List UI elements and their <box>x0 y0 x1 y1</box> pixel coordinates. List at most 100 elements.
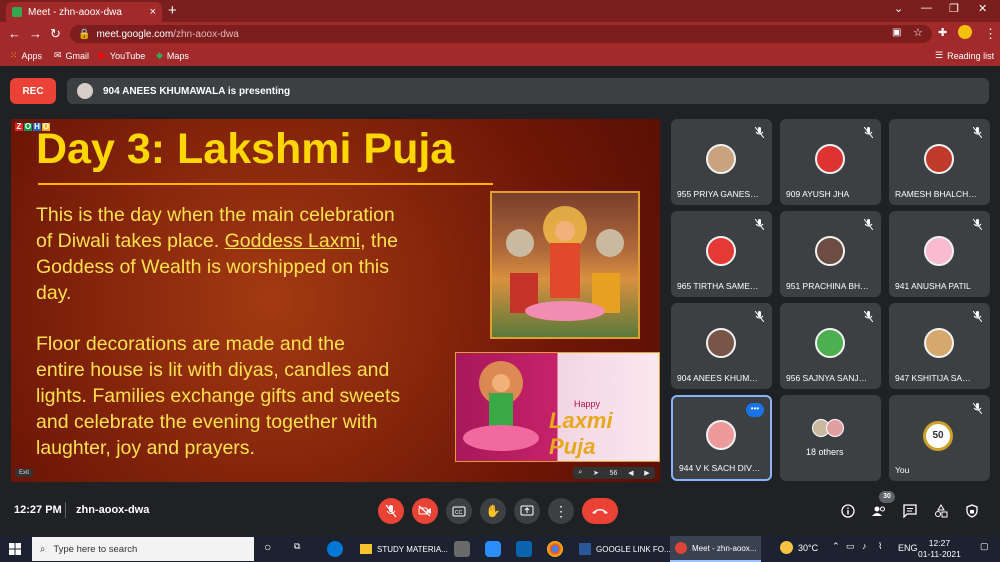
chrome-icon <box>675 542 687 554</box>
bookmark-apps[interactable]: ⁙ Apps <box>10 50 42 61</box>
camera-off-icon <box>418 505 431 517</box>
prev-slide-icon[interactable]: ◀ <box>628 469 633 477</box>
chevron-down-icon[interactable]: ⌄ <box>894 2 903 15</box>
participant-tile[interactable]: 904 ANEES KHUM… <box>671 303 772 389</box>
reload-icon[interactable]: ↻ <box>50 26 61 42</box>
url-host: meet.google.com <box>96 28 174 40</box>
captions-button[interactable]: CC <box>446 498 472 524</box>
notifications-icon[interactable]: ▢ <box>980 541 989 552</box>
participant-tile[interactable]: RAMESH BHALCH… <box>889 119 990 205</box>
participant-tile[interactable]: 909 AYUSH JHA <box>780 119 881 205</box>
avatar <box>706 144 736 174</box>
back-icon[interactable]: ← <box>8 26 21 41</box>
present-now-button[interactable] <box>514 498 540 524</box>
restore-icon[interactable]: ❐ <box>949 2 959 15</box>
taskbar-file-explorer[interactable]: STUDY MATERIA... <box>355 536 453 562</box>
title-underline <box>38 183 493 185</box>
zoom-icon[interactable]: ⌕ <box>578 469 582 477</box>
participant-tile[interactable]: 951 PRACHINA BH… <box>780 211 881 297</box>
system-clock[interactable]: 12:27 01-11-2021 <box>918 538 961 560</box>
battery-icon[interactable]: ▭ <box>846 541 855 552</box>
reading-list-button[interactable]: ☰ Reading list <box>935 50 994 61</box>
star-icon[interactable]: ☆ <box>913 26 923 39</box>
zoom-level[interactable]: 56 <box>610 470 618 477</box>
participant-tile[interactable]: 947 KSHITIJA SA… <box>889 303 990 389</box>
goddess-card-illustration-icon <box>463 361 539 451</box>
folder-icon <box>360 544 372 554</box>
leave-call-button[interactable] <box>582 498 618 524</box>
task-view-icon[interactable]: ⧉ <box>294 541 300 552</box>
hang-up-icon <box>592 509 608 514</box>
more-options-button[interactable]: ⋮ <box>548 498 574 524</box>
self-tile[interactable]: 50 You <box>889 395 990 481</box>
bookmarks-bar: ⁙ Apps ✉ Gmail ▶ YouTube ◆ Maps ☰ Readin… <box>0 46 1000 66</box>
edge-icon[interactable] <box>327 541 343 557</box>
store-icon[interactable] <box>454 541 470 557</box>
participant-tile[interactable]: 955 PRIYA GANES… <box>671 119 772 205</box>
avatar <box>826 419 844 437</box>
chrome-icon[interactable] <box>547 541 563 557</box>
chat-button[interactable] <box>901 502 919 520</box>
participant-tile[interactable]: 956 SAJNYA SANJ… <box>780 303 881 389</box>
new-tab-button[interactable]: + <box>168 2 177 19</box>
network-icon[interactable]: ⌇ <box>878 541 882 552</box>
extensions-icon[interactable]: ✚ <box>938 26 947 39</box>
participant-tile[interactable]: 941 ANUSHA PATIL <box>889 211 990 297</box>
close-window-icon[interactable]: ✕ <box>978 2 987 15</box>
browser-tab-strip: Meet - zhn-aoox-dwa × + ⌄ — ❐ ✕ <box>0 0 1000 22</box>
taskbar-word[interactable]: GOOGLE LINK FO... <box>574 536 676 562</box>
mic-off-icon <box>755 127 764 138</box>
goddess-laxmi-link[interactable]: Goddess Laxmi <box>225 230 360 252</box>
word-icon <box>579 543 591 555</box>
mic-off-icon <box>755 219 764 230</box>
forward-icon[interactable]: → <box>29 26 42 41</box>
people-button[interactable] <box>870 502 888 520</box>
bookmark-maps[interactable]: ◆ Maps <box>156 50 189 61</box>
avatar <box>815 236 845 266</box>
url-path: /zhn-aoox-dwa <box>173 28 239 40</box>
menu-dots-icon: ⋮ <box>554 502 568 519</box>
camera-icon[interactable]: ▣ <box>892 27 901 38</box>
mic-toggle-button[interactable] <box>378 498 404 524</box>
more-options-icon[interactable]: ••• <box>746 403 764 417</box>
mail-icon[interactable] <box>516 541 532 557</box>
meeting-code: zhn-aoox-dwa <box>76 504 150 516</box>
pointer-icon[interactable]: ➤ <box>593 469 599 477</box>
language-indicator[interactable]: ENG <box>898 543 918 553</box>
camera-toggle-button[interactable] <box>412 498 438 524</box>
exit-slideshow-button[interactable]: Exit <box>15 469 34 477</box>
chevron-up-icon[interactable]: ⌃ <box>832 541 840 552</box>
taskbar-chrome-meet[interactable]: Meet - zhn-aoox... <box>670 536 762 562</box>
tab-meet[interactable]: Meet - zhn-aoox-dwa × <box>6 2 162 22</box>
minimize-icon[interactable]: — <box>921 2 932 14</box>
next-slide-icon[interactable]: ▶ <box>644 469 649 477</box>
cortana-icon[interactable]: ○ <box>264 540 271 554</box>
volume-icon[interactable]: ♪ <box>862 541 867 551</box>
address-bar[interactable]: 🔒 meet.google.com/zhn-aoox-dwa <box>70 25 932 43</box>
taskbar-search[interactable]: ⌕ Type here to search <box>32 537 254 561</box>
people-count-badge: 30 <box>879 491 895 503</box>
bookmark-gmail[interactable]: ✉ Gmail <box>54 50 89 61</box>
menu-dots-icon[interactable]: ⋮ <box>984 26 997 42</box>
profile-avatar[interactable] <box>958 25 972 39</box>
divider <box>65 502 66 518</box>
paragraph-2: Floor decorations are made and the entir… <box>36 333 401 459</box>
svg-text:CC: CC <box>455 510 463 516</box>
activities-button[interactable] <box>932 502 950 520</box>
weather-temp[interactable]: 30°C <box>798 543 818 553</box>
paragraph-1: This is the day when the main celebratio… <box>36 204 399 304</box>
raise-hand-button[interactable]: ✋ <box>480 498 506 524</box>
bookmark-youtube[interactable]: ▶ YouTube <box>99 50 145 61</box>
others-tile[interactable]: 18 others <box>780 395 881 481</box>
mic-off-icon <box>973 127 982 138</box>
meeting-details-button[interactable] <box>839 502 857 520</box>
mic-off-icon <box>973 403 982 414</box>
participant-tile[interactable]: 965 TIRTHA SAME… <box>671 211 772 297</box>
participant-tile-active[interactable]: ••• 944 V K SACH DIV… <box>671 395 772 481</box>
tab-close-icon[interactable]: × <box>150 6 156 18</box>
host-controls-button[interactable] <box>963 502 981 520</box>
rec-badge[interactable]: REC <box>10 78 56 104</box>
zoom-app-icon[interactable] <box>485 541 501 557</box>
windows-start-icon[interactable] <box>9 543 21 555</box>
avatar <box>706 236 736 266</box>
